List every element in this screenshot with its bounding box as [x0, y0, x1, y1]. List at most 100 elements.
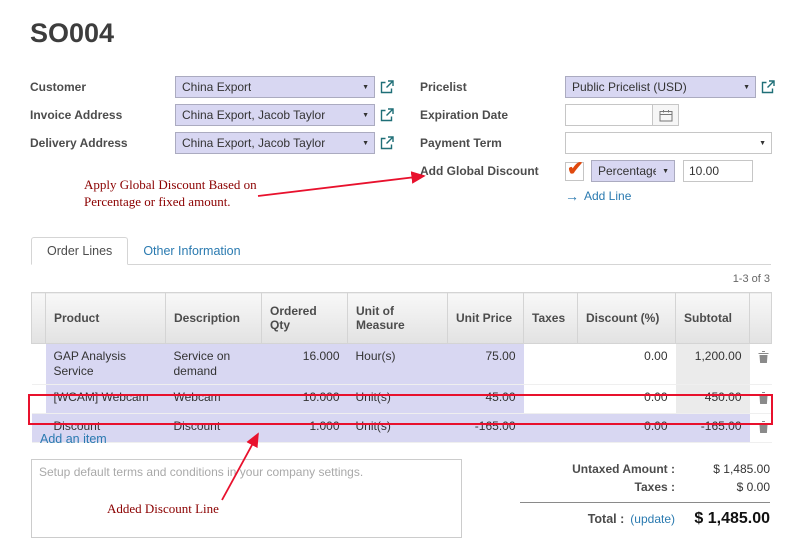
customer-label: Customer	[30, 80, 175, 94]
delivery-address-value: China Export, Jacob Taylor	[182, 136, 325, 150]
total-value: $ 1,485.00	[675, 510, 770, 528]
cell-product[interactable]: [WCAM] Webcam	[46, 385, 166, 414]
form-right-column: Pricelist Public Pricelist (USD) ▼ Expir…	[420, 76, 775, 204]
chevron-down-icon: ▼	[743, 84, 750, 91]
chevron-down-icon: ▼	[759, 140, 766, 147]
cell-unit-price[interactable]: -165.00	[448, 414, 524, 443]
trash-icon[interactable]	[750, 385, 772, 414]
order-lines-table: Product Description Ordered Qty Unit of …	[31, 292, 772, 443]
taxes-label: Taxes :	[635, 480, 675, 494]
tab-order-lines[interactable]: Order Lines	[31, 237, 128, 265]
discount-type-select[interactable]: Percentage ▼	[591, 160, 675, 182]
add-an-item-link[interactable]: Add an item	[40, 432, 107, 446]
cell-ordered-qty[interactable]: 1.000	[262, 414, 348, 443]
handle-column-header	[32, 293, 46, 344]
invoice-address-select[interactable]: China Export, Jacob Taylor ▼	[175, 104, 375, 126]
totals-panel: Untaxed Amount : $ 1,485.00 Taxes : $ 0.…	[520, 462, 770, 532]
open-record-icon[interactable]	[380, 108, 394, 122]
expiration-date-label: Expiration Date	[420, 108, 565, 122]
field-customer: Customer China Export ▼	[30, 76, 420, 98]
cell-description[interactable]: Service on demand	[166, 344, 262, 385]
open-record-icon[interactable]	[761, 80, 775, 94]
field-payment-term: Payment Term ▼	[420, 132, 775, 154]
pricelist-select[interactable]: Public Pricelist (USD) ▼	[565, 76, 756, 98]
list-pager: 1-3 of 3	[733, 273, 770, 285]
field-pricelist: Pricelist Public Pricelist (USD) ▼	[420, 76, 775, 98]
cell-unit-of-measure[interactable]: Unit(s)	[348, 414, 448, 443]
tab-other-information[interactable]: Other Information	[128, 238, 255, 264]
cell-description[interactable]: Webcam	[166, 385, 262, 414]
col-taxes[interactable]: Taxes	[524, 293, 578, 344]
update-total-link[interactable]: (update)	[630, 512, 675, 526]
cell-discount[interactable]: 0.00	[578, 344, 676, 385]
field-global-discount: Add Global Discount ✔ Percentage ▼	[420, 160, 775, 182]
cell-discount[interactable]: 0.00	[578, 385, 676, 414]
col-subtotal[interactable]: Subtotal	[676, 293, 750, 344]
row-handle[interactable]	[32, 385, 46, 414]
pricelist-label: Pricelist	[420, 80, 565, 94]
cell-unit-of-measure[interactable]: Unit(s)	[348, 385, 448, 414]
field-expiration-date: Expiration Date	[420, 104, 775, 126]
global-discount-label: Add Global Discount	[420, 164, 565, 178]
taxes-row: Taxes : $ 0.00	[520, 480, 770, 494]
chevron-down-icon: ▼	[662, 168, 669, 175]
trash-icon[interactable]	[750, 344, 772, 385]
pricelist-value: Public Pricelist (USD)	[572, 80, 687, 94]
chevron-down-icon: ▼	[362, 140, 369, 147]
total-label: Total :	[588, 512, 625, 526]
add-line-link[interactable]: Add Line	[584, 189, 631, 203]
cell-unit-of-measure[interactable]: Hour(s)	[348, 344, 448, 385]
discount-amount-input[interactable]	[683, 160, 753, 182]
notebook-tabs: Order Lines Other Information	[31, 237, 771, 265]
terms-notes-textarea[interactable]	[31, 459, 462, 538]
table-row-discount: Discount Discount 1.000 Unit(s) -165.00 …	[32, 414, 772, 443]
delivery-address-select[interactable]: China Export, Jacob Taylor ▼	[175, 132, 375, 154]
expiration-date-input[interactable]	[565, 104, 653, 126]
cell-discount[interactable]: 0.00	[578, 414, 676, 443]
untaxed-amount-value: $ 1,485.00	[675, 462, 770, 476]
chevron-down-icon: ▼	[362, 112, 369, 119]
page-title: SO004	[30, 18, 114, 49]
invoice-address-value: China Export, Jacob Taylor	[182, 108, 325, 122]
add-line-row: → Add Line	[565, 188, 775, 204]
cell-taxes[interactable]	[524, 414, 578, 443]
row-handle[interactable]	[32, 344, 46, 385]
cell-subtotal[interactable]: 450.00	[676, 385, 750, 414]
global-discount-checkbox[interactable]: ✔	[565, 162, 584, 181]
table-row: [WCAM] Webcam Webcam 10.000 Unit(s) 45.0…	[32, 385, 772, 414]
untaxed-amount-label: Untaxed Amount :	[572, 462, 675, 476]
delete-column-header	[750, 293, 772, 344]
discount-type-value: Percentage	[598, 164, 656, 178]
cell-description[interactable]: Discount	[166, 414, 262, 443]
cell-taxes[interactable]	[524, 344, 578, 385]
delivery-address-label: Delivery Address	[30, 136, 175, 150]
cell-subtotal[interactable]: -165.00	[676, 414, 750, 443]
col-description[interactable]: Description	[166, 293, 262, 344]
calendar-icon[interactable]	[653, 104, 679, 126]
cell-subtotal[interactable]: 1,200.00	[676, 344, 750, 385]
invoice-address-label: Invoice Address	[30, 108, 175, 122]
col-discount[interactable]: Discount (%)	[578, 293, 676, 344]
field-delivery-address: Delivery Address China Export, Jacob Tay…	[30, 132, 420, 154]
customer-value: China Export	[182, 80, 251, 94]
cell-taxes[interactable]	[524, 385, 578, 414]
total-row: Total : (update) $ 1,485.00	[520, 510, 770, 528]
customer-select[interactable]: China Export ▼	[175, 76, 375, 98]
col-unit-price[interactable]: Unit Price	[448, 293, 524, 344]
open-record-icon[interactable]	[380, 80, 394, 94]
col-product[interactable]: Product	[46, 293, 166, 344]
sales-order-page: SO004 Customer China Export ▼ Invoice Ad…	[0, 0, 803, 545]
cell-unit-price[interactable]: 45.00	[448, 385, 524, 414]
trash-icon[interactable]	[750, 414, 772, 443]
check-icon: ✔	[567, 156, 584, 181]
open-record-icon[interactable]	[380, 136, 394, 150]
payment-term-select[interactable]: ▼	[565, 132, 772, 154]
chevron-down-icon: ▼	[362, 84, 369, 91]
cell-unit-price[interactable]: 75.00	[448, 344, 524, 385]
cell-product[interactable]: GAP Analysis Service	[46, 344, 166, 385]
cell-ordered-qty[interactable]: 16.000	[262, 344, 348, 385]
annotation-line: Apply Global Discount Based on	[84, 177, 294, 194]
col-ordered-qty[interactable]: Ordered Qty	[262, 293, 348, 344]
col-unit-of-measure[interactable]: Unit of Measure	[348, 293, 448, 344]
cell-ordered-qty[interactable]: 10.000	[262, 385, 348, 414]
